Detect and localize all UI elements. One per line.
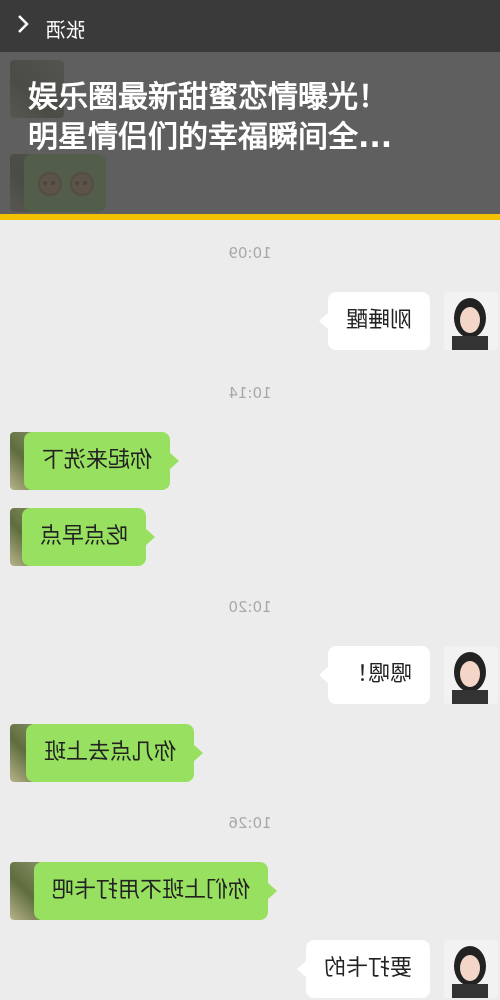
message-bubble: 你几点去上班 [25,724,194,782]
message-bubble: 你起来洗下 [23,432,170,490]
timestamp: 10:09 [228,244,272,262]
accent-divider [0,214,500,220]
headline-line-1: 娱乐圈最新甜蜜恋情曝光！ [28,80,388,115]
message-text: 刚睡醒 [345,308,412,333]
message-text: 你起来洗下 [41,448,152,473]
avatar[interactable] [444,292,498,350]
message-bubble: 嗯嗯！ [327,646,430,704]
article-headline[interactable]: 娱乐圈最新甜蜜恋情曝光！ 明星情侣们的幸福瞬间全... [28,78,478,158]
message-bubble: 要打卡的 [305,940,430,998]
avatar[interactable] [444,940,498,998]
timestamp: 10:20 [228,598,272,616]
chat-contact-name: 张洒 [46,18,86,42]
profile-photo-icon [444,292,498,350]
message-bubble: 刚睡醒 [327,292,430,350]
message-text: 嗯嗯！ [345,662,412,687]
message-text: 你几点去上班 [43,740,176,765]
message-text: 你们上班不用打卡吧 [51,878,250,903]
timestamp: 10:26 [228,814,272,832]
profile-photo-icon [444,646,498,704]
avatar[interactable] [444,646,498,704]
profile-photo-icon [444,940,498,998]
chat-title-bar: 张洒 [0,0,500,52]
message-bubble: 吃点早点 [21,508,146,566]
chevron-left-icon[interactable] [10,12,34,36]
message-text: 吃点早点 [39,524,128,549]
message-text: 要打卡的 [323,956,412,981]
message-bubble: 你们上班不用打卡吧 [33,862,268,920]
headline-line-2: 明星情侣们的幸福瞬间全... [28,120,393,155]
timestamp: 10:14 [228,384,272,402]
